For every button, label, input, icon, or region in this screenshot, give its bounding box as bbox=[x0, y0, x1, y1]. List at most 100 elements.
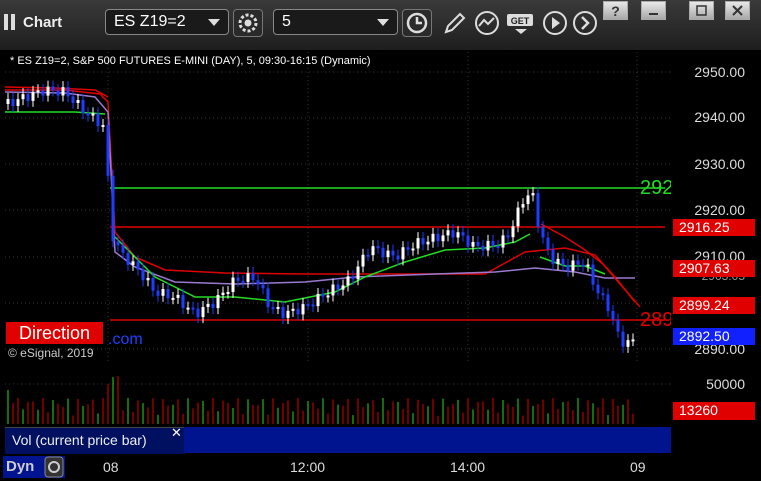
price-bar bbox=[241, 280, 245, 283]
price-bar bbox=[416, 238, 420, 249]
price-bar bbox=[56, 90, 60, 96]
price-bar bbox=[11, 98, 15, 106]
price-bar bbox=[146, 278, 150, 281]
price-bar bbox=[96, 113, 100, 127]
price-bar bbox=[21, 94, 25, 100]
price-bar bbox=[261, 284, 265, 289]
price-bar bbox=[46, 86, 50, 96]
level-label-lower: 289 bbox=[640, 309, 674, 331]
direction-label: Direction bbox=[6, 322, 103, 344]
price-axis-label: 2930.00 bbox=[694, 156, 745, 172]
price-bar bbox=[51, 86, 55, 91]
price-bar bbox=[466, 235, 470, 247]
price-bar bbox=[141, 269, 145, 281]
price-bar bbox=[311, 304, 315, 307]
price-bar bbox=[346, 276, 350, 286]
play-icon[interactable] bbox=[542, 10, 568, 36]
ma-red-line-2 bbox=[540, 223, 641, 308]
price-axis[interactable]: 2950.00 2940.00 2930.00 2920.00 2910.00 … bbox=[671, 52, 761, 364]
svg-text:GET: GET bbox=[511, 16, 530, 26]
price-tag: 2899.24 bbox=[673, 297, 755, 314]
price-bar bbox=[576, 260, 580, 265]
volume-chart[interactable] bbox=[5, 366, 671, 426]
price-bar bbox=[296, 308, 300, 315]
price-bar bbox=[201, 307, 205, 318]
price-bar bbox=[116, 241, 120, 246]
price-axis-label: 2950.00 bbox=[694, 64, 745, 80]
price-bar bbox=[521, 204, 525, 208]
price-bar bbox=[531, 193, 535, 196]
svg-text:?: ? bbox=[611, 3, 620, 19]
price-bar bbox=[211, 303, 215, 309]
price-bar bbox=[171, 297, 175, 300]
volume-axis-label: 50000 bbox=[706, 376, 745, 392]
close-button[interactable] bbox=[725, 1, 750, 20]
time-button[interactable] bbox=[402, 9, 432, 37]
chart-header: * ES Z19=2, S&P 500 FUTURES E-MINI (DAY)… bbox=[10, 55, 371, 67]
chevron-right-circle-icon[interactable] bbox=[572, 10, 598, 36]
price-bar bbox=[26, 94, 30, 101]
price-bar bbox=[221, 292, 225, 296]
price-chart[interactable] bbox=[5, 52, 671, 364]
price-bar bbox=[556, 258, 560, 264]
price-bar bbox=[196, 308, 200, 318]
price-bar bbox=[541, 226, 545, 238]
price-bar bbox=[126, 252, 130, 265]
price-bar bbox=[31, 91, 35, 101]
interval-select[interactable]: 5 bbox=[273, 9, 398, 35]
price-bar bbox=[481, 245, 485, 251]
price-bar bbox=[601, 293, 605, 296]
help-button[interactable]: ? bbox=[603, 1, 628, 20]
price-axis-label: 2920.00 bbox=[694, 202, 745, 218]
volume-tag: 13260 bbox=[673, 402, 755, 420]
price-bar bbox=[351, 276, 355, 280]
price-bar bbox=[361, 254, 365, 267]
minimize-icon bbox=[649, 13, 658, 15]
price-bar bbox=[36, 90, 40, 93]
price-bar bbox=[101, 125, 105, 128]
maximize-button[interactable] bbox=[689, 1, 714, 20]
price-tag: 2907.63 bbox=[673, 260, 755, 277]
price-bar bbox=[581, 264, 585, 267]
price-bar bbox=[181, 294, 185, 309]
pencil-icon[interactable] bbox=[442, 10, 468, 36]
price-bar bbox=[336, 284, 340, 290]
price-bar bbox=[506, 235, 510, 238]
price-bar bbox=[586, 264, 590, 267]
study-icon[interactable] bbox=[474, 10, 500, 36]
link-icon[interactable] bbox=[44, 456, 64, 478]
price-bar bbox=[536, 193, 540, 227]
symbol-select[interactable]: ES Z19=2 bbox=[105, 9, 229, 35]
price-bar bbox=[431, 233, 435, 242]
minimize-button[interactable] bbox=[641, 1, 666, 20]
price-bar bbox=[316, 293, 320, 307]
volume-bars bbox=[7, 376, 634, 424]
price-bar bbox=[616, 319, 620, 332]
price-bar bbox=[451, 230, 455, 238]
pause-icon[interactable] bbox=[4, 14, 15, 30]
price-bar bbox=[621, 331, 625, 347]
symbol-value: ES Z19=2 bbox=[114, 13, 186, 30]
get-icon[interactable]: GET bbox=[505, 10, 537, 36]
price-bar bbox=[476, 241, 480, 246]
price-bar bbox=[406, 247, 410, 250]
chevron-down-icon bbox=[208, 19, 220, 26]
toolbar: Chart ES Z19=2 5 GET ? bbox=[0, 0, 761, 50]
settings-button[interactable] bbox=[233, 9, 263, 37]
price-bar bbox=[461, 232, 465, 236]
price-bar bbox=[456, 232, 460, 238]
price-bar bbox=[561, 258, 565, 265]
price-bar bbox=[136, 261, 140, 270]
price-bar bbox=[71, 96, 75, 103]
price-bar bbox=[381, 247, 385, 258]
price-bar bbox=[16, 99, 20, 106]
price-bar bbox=[566, 264, 570, 271]
price-bar bbox=[371, 246, 375, 256]
price-bar bbox=[626, 340, 630, 347]
price-bar bbox=[156, 290, 160, 296]
price-bar bbox=[176, 294, 180, 298]
price-bar bbox=[61, 87, 65, 96]
price-bar bbox=[166, 289, 170, 299]
price-bar bbox=[426, 241, 430, 245]
volume-close-icon[interactable]: ✕ bbox=[171, 425, 182, 441]
